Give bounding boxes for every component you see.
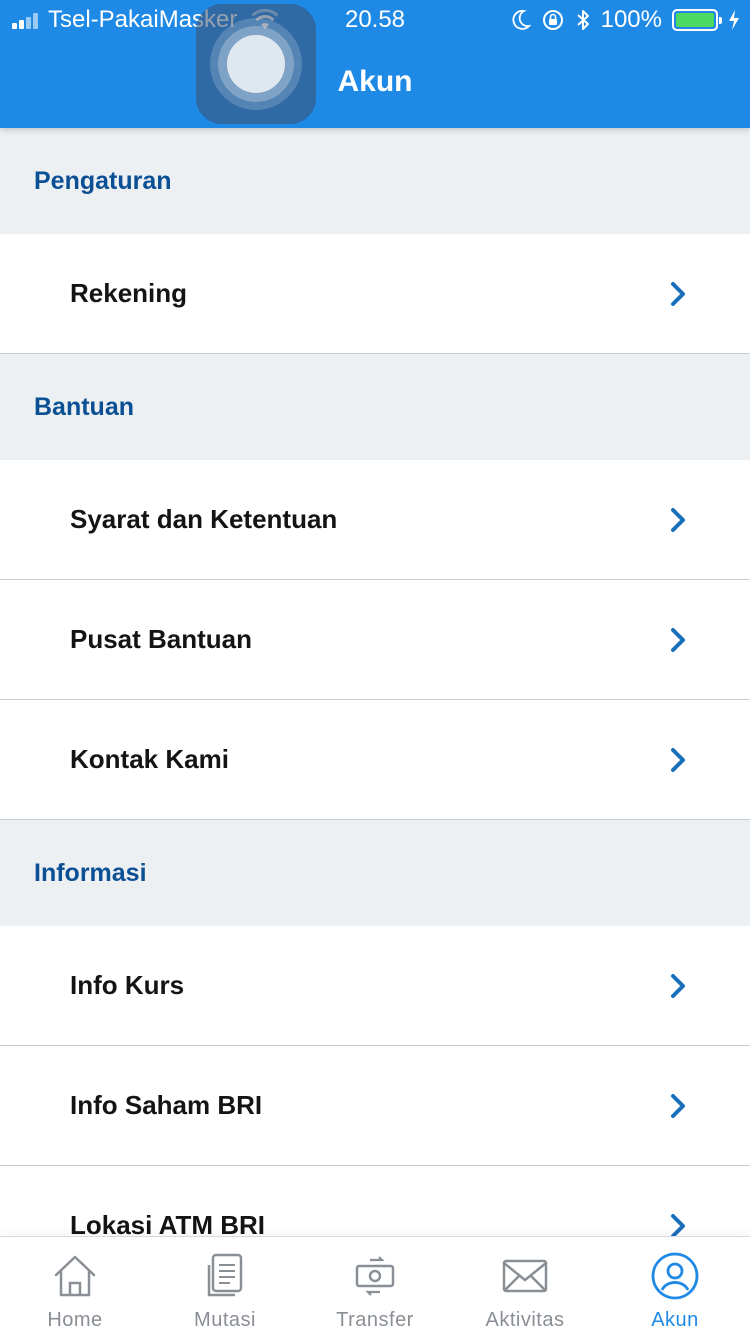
list-item-label: Pusat Bantuan — [70, 624, 253, 654]
bottom-tab-bar: Home Mutasi Transfer Aktivitas Akun — [0, 1236, 750, 1334]
charging-icon — [729, 10, 739, 30]
tab-label: Mutasi — [194, 1309, 256, 1331]
tab-label: Home — [47, 1309, 103, 1331]
tab-transfer[interactable]: Transfer — [300, 1237, 450, 1334]
chevron-right-icon — [671, 281, 685, 306]
assistive-touch-ring-inner — [218, 26, 294, 102]
tab-aktivitas[interactable]: Aktivitas — [450, 1237, 600, 1334]
chevron-right-icon — [671, 627, 685, 652]
status-bar: Tsel-PakaiMasker 20.58 100% — [0, 0, 750, 40]
assistive-touch-button[interactable] — [196, 4, 316, 124]
status-right: 100% — [511, 0, 740, 40]
list-item-kontak-kami[interactable]: Kontak Kami — [0, 700, 750, 820]
list-item-label: Info Kurs — [70, 970, 185, 1000]
home-icon — [54, 1255, 96, 1297]
chevron-right-icon — [671, 747, 685, 772]
tab-label: Akun — [651, 1309, 699, 1331]
list-item-info-saham-bri[interactable]: Info Saham BRI — [0, 1046, 750, 1166]
chevron-right-icon — [671, 1093, 685, 1118]
rotation-lock-icon — [542, 10, 563, 30]
section-header-informasi: Informasi — [0, 820, 750, 926]
tab-label: Aktivitas — [485, 1309, 565, 1331]
assistive-touch-ring — [210, 18, 302, 110]
list-item-rekening[interactable]: Rekening — [0, 234, 750, 354]
list-item-pusat-bantuan[interactable]: Pusat Bantuan — [0, 580, 750, 700]
battery-percent: 100% — [600, 6, 662, 33]
list-item-label: Info Saham BRI — [70, 1090, 263, 1120]
envelope-icon — [502, 1259, 548, 1293]
user-icon — [651, 1252, 699, 1300]
moon-icon — [512, 10, 531, 30]
tab-home[interactable]: Home — [0, 1237, 150, 1334]
tab-label: Transfer — [336, 1309, 414, 1331]
list-item-syarat-ketentuan[interactable]: Syarat dan Ketentuan — [0, 460, 750, 580]
page-title: Akun — [337, 65, 413, 98]
tab-mutasi[interactable]: Mutasi — [150, 1237, 300, 1334]
app-header: Tsel-PakaiMasker 20.58 100% Akun — [0, 0, 750, 128]
section-header-bantuan: Bantuan — [0, 354, 750, 460]
list-item-label: Kontak Kami — [70, 744, 229, 774]
list-item-label: Rekening — [70, 278, 188, 308]
list-item-label: Syarat dan Ketentuan — [70, 504, 338, 534]
document-icon — [207, 1253, 243, 1297]
chevron-right-icon — [671, 973, 685, 998]
section-header-pengaturan: Pengaturan — [0, 128, 750, 234]
battery-icon — [672, 9, 722, 31]
assistive-touch-dot — [227, 35, 285, 93]
money-transfer-icon — [355, 1256, 395, 1296]
bluetooth-icon — [576, 10, 589, 30]
tab-akun[interactable]: Akun — [600, 1237, 750, 1334]
settings-list: Pengaturan Rekening Bantuan Syarat dan K… — [0, 128, 750, 1286]
chevron-right-icon — [671, 507, 685, 532]
list-item-info-kurs[interactable]: Info Kurs — [0, 926, 750, 1046]
